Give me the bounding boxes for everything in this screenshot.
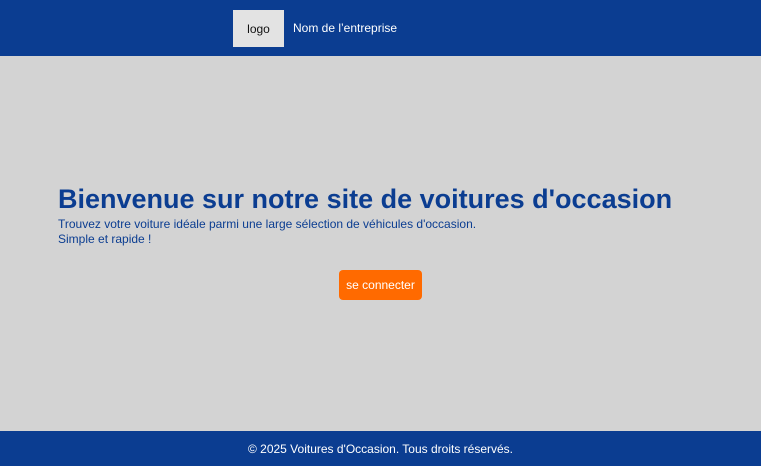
site-header: logo Nom de l’entreprise: [0, 0, 761, 56]
company-name: Nom de l’entreprise: [293, 21, 398, 35]
page-title: Bienvenue sur notre site de voitures d'o…: [58, 184, 673, 214]
logo[interactable]: logo: [233, 10, 284, 47]
logo-label: logo: [247, 21, 270, 36]
hero-description-line1: Trouvez votre voiture idéale parmi une l…: [58, 217, 477, 231]
login-button[interactable]: se connecter: [339, 270, 422, 300]
main-content: Bienvenue sur notre site de voitures d'o…: [0, 56, 761, 431]
hero-description: Trouvez votre voiture idéale parmi une l…: [58, 217, 476, 247]
site-footer: © 2025 Voitures d'Occasion. Tous droits …: [0, 431, 761, 466]
footer-copyright: © 2025 Voitures d'Occasion. Tous droits …: [247, 441, 514, 456]
hero-description-line2: Simple et rapide !: [58, 232, 152, 246]
